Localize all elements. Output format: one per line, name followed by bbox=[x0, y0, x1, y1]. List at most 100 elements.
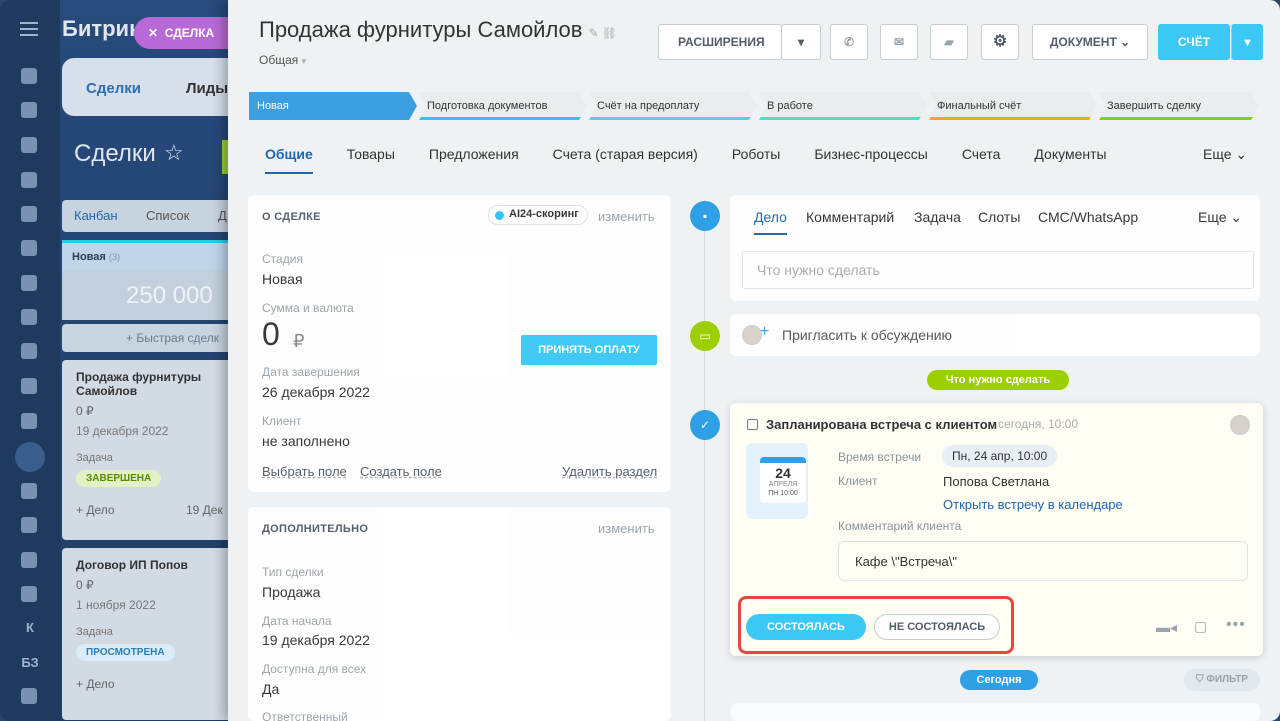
invite-row[interactable]: + Пригласить к обсуждению bbox=[730, 314, 1260, 356]
field-start-date-value[interactable]: 19 декабря 2022 bbox=[262, 632, 370, 648]
tasks-icon[interactable] bbox=[21, 343, 37, 359]
deal-category[interactable]: Общая ▾ bbox=[259, 53, 306, 67]
ai-scoring-badge[interactable]: AI24-скоринг bbox=[488, 205, 588, 225]
card-sum: 0 ₽ bbox=[76, 578, 94, 592]
crm-icon[interactable] bbox=[15, 442, 45, 472]
field-deal-type-value[interactable]: Продажа bbox=[262, 584, 320, 600]
stage-label: Завершить сделку bbox=[1107, 100, 1202, 112]
meeting-not-done-button[interactable]: НЕ СОСТОЯЛАСЬ bbox=[874, 614, 1000, 640]
invoice-button[interactable]: СЧЁТ bbox=[1158, 24, 1230, 60]
tab-products[interactable]: Товары bbox=[347, 146, 395, 174]
email-icon[interactable]: ✉ bbox=[880, 24, 918, 60]
home-icon[interactable] bbox=[21, 688, 37, 704]
select-field-link[interactable]: Выбрать поле bbox=[262, 464, 347, 479]
phone-icon[interactable]: ✆ bbox=[830, 24, 868, 60]
extensions-button[interactable]: РАСШИРЕНИЯ bbox=[658, 24, 782, 60]
edit-pencil-icon[interactable]: ✎ ⛓ bbox=[588, 26, 617, 40]
robot-icon[interactable] bbox=[21, 586, 37, 602]
composer-tab-task[interactable]: Задача bbox=[914, 209, 961, 225]
target-icon[interactable] bbox=[21, 483, 37, 499]
cart-icon[interactable] bbox=[21, 517, 37, 533]
field-stage-value[interactable]: Новая bbox=[262, 271, 303, 287]
calendar-time: ПН 10:00 bbox=[768, 490, 798, 497]
view-kanban[interactable]: Канбан bbox=[74, 208, 118, 223]
stage-in-work[interactable]: В работе bbox=[759, 92, 927, 120]
composer-tab-activity[interactable]: Дело bbox=[754, 209, 787, 235]
meeting-done-button[interactable]: СОСТОЯЛАСЬ bbox=[746, 614, 866, 640]
field-close-date-value[interactable]: 26 декабря 2022 bbox=[262, 384, 370, 400]
client-comment-label: Комментарий клиента bbox=[838, 519, 962, 533]
note-icon[interactable]: ▢ bbox=[1194, 618, 1207, 635]
deal-title: Продажа фурнитуры Самойлов ✎ ⛓ bbox=[259, 17, 617, 43]
groups-icon[interactable] bbox=[21, 309, 37, 325]
delete-section-link[interactable]: Удалить раздел bbox=[562, 464, 657, 479]
open-calendar-link[interactable]: Открыть встречу в календаре bbox=[943, 497, 1123, 512]
additional-edit-link[interactable]: изменить bbox=[598, 521, 655, 536]
meeting-activity-card: Запланирована встреча с клиентом сегодня… bbox=[730, 403, 1263, 656]
field-amount-value[interactable]: 0 bbox=[262, 316, 280, 353]
meeting-time-badge[interactable]: Пн, 24 апр, 10:00 bbox=[942, 445, 1058, 467]
kanban-card[interactable]: Договор ИП Попов 0 ₽ 1 ноября 2022 Задач… bbox=[62, 548, 242, 720]
kanban-card[interactable]: Продажа фурнитуры Самойлов 0 ₽ 19 декабр… bbox=[62, 360, 242, 540]
tab-robots[interactable]: Роботы bbox=[732, 146, 780, 174]
view-d[interactable]: Д bbox=[218, 208, 227, 223]
create-field-link[interactable]: Создать поле bbox=[360, 464, 442, 479]
stage-new[interactable]: Новая bbox=[249, 92, 417, 120]
drive-icon[interactable] bbox=[21, 240, 37, 256]
chat-bubble-icon[interactable]: ▰ bbox=[930, 24, 968, 60]
about-deal-panel: О СДЕЛКЕ AI24-скоринг изменить Стадия Но… bbox=[248, 195, 671, 492]
activity-icon[interactable] bbox=[21, 68, 37, 84]
add-activity-link[interactable]: + Дело bbox=[76, 677, 115, 691]
deal-title-text: Продажа фурнитуры Самойлов bbox=[259, 17, 583, 42]
client-name[interactable]: Попова Светлана bbox=[943, 474, 1049, 489]
settings-gear-icon[interactable]: ⚙ bbox=[981, 24, 1019, 60]
chat-icon[interactable] bbox=[21, 137, 37, 153]
tab-invoices[interactable]: Счета bbox=[962, 146, 1001, 174]
rail-kb[interactable]: БЗ bbox=[0, 655, 60, 670]
rail-k[interactable]: К bbox=[0, 620, 60, 635]
tab-documents[interactable]: Документы bbox=[1034, 146, 1106, 174]
accept-payment-button[interactable]: ПРИНЯТЬ ОПЛАТУ bbox=[521, 335, 657, 365]
tab-offers[interactable]: Предложения bbox=[429, 146, 519, 174]
stage-finish[interactable]: Завершить сделку bbox=[1099, 92, 1259, 120]
quick-deal-button[interactable]: + Быстрая сделк bbox=[62, 324, 242, 352]
complete-checkbox[interactable] bbox=[747, 419, 758, 430]
tabs-more[interactable]: Еще ⌄ bbox=[1203, 146, 1247, 163]
card-date: 19 декабря 2022 bbox=[76, 424, 169, 438]
todo-input[interactable]: Что нужно сделать bbox=[742, 251, 1254, 289]
mail-icon[interactable] bbox=[21, 275, 37, 291]
composer-tab-sms[interactable]: СМС/WhatsApp bbox=[1038, 209, 1138, 225]
stage-docs[interactable]: Подготовка документов bbox=[419, 92, 587, 120]
calendar-icon[interactable] bbox=[21, 172, 37, 188]
stage-prepay[interactable]: Счёт на предоплату bbox=[589, 92, 757, 120]
tab-deals[interactable]: Сделки bbox=[86, 80, 141, 97]
composer-tab-slots[interactable]: Слоты bbox=[978, 209, 1020, 225]
filter-button[interactable]: ⛉ ФИЛЬТР bbox=[1184, 669, 1260, 691]
stage-final-invoice[interactable]: Финальный счёт bbox=[929, 92, 1097, 120]
add-activity-link[interactable]: + Дело bbox=[76, 503, 115, 517]
view-list[interactable]: Список bbox=[146, 208, 189, 223]
document-button[interactable]: ДОКУМЕНТ ⌄ bbox=[1032, 24, 1148, 60]
docs-icon[interactable] bbox=[21, 206, 37, 222]
box-icon[interactable] bbox=[21, 378, 37, 394]
responsible-avatar[interactable] bbox=[1230, 415, 1250, 435]
invoice-dropdown[interactable]: ▾ bbox=[1231, 24, 1263, 60]
sign-icon[interactable] bbox=[21, 413, 37, 429]
about-edit-link[interactable]: изменить bbox=[598, 209, 655, 224]
composer-tab-comment[interactable]: Комментарий bbox=[806, 209, 894, 225]
tab-bizproc[interactable]: Бизнес-процессы bbox=[814, 146, 927, 174]
extensions-dropdown[interactable]: ▾ bbox=[781, 24, 821, 60]
composer-more[interactable]: Еще ⌄ bbox=[1198, 209, 1242, 226]
field-client-value[interactable]: не заполнено bbox=[262, 433, 350, 449]
star-icon[interactable]: ☆ bbox=[164, 140, 184, 166]
more-dots-icon[interactable]: ••• bbox=[1226, 616, 1246, 634]
contact-icon[interactable] bbox=[21, 552, 37, 568]
menu-icon[interactable] bbox=[20, 22, 38, 36]
feed-icon[interactable] bbox=[21, 102, 37, 118]
tab-general[interactable]: Общие bbox=[265, 146, 313, 174]
meeting-title[interactable]: Запланирована встреча с клиентом bbox=[766, 417, 997, 432]
tab-old-invoices[interactable]: Счета (старая версия) bbox=[553, 146, 698, 174]
tab-leads[interactable]: Лиды bbox=[186, 80, 228, 97]
video-call-icon[interactable]: ▬◂ bbox=[1156, 619, 1177, 636]
field-public-value[interactable]: Да bbox=[262, 681, 279, 697]
